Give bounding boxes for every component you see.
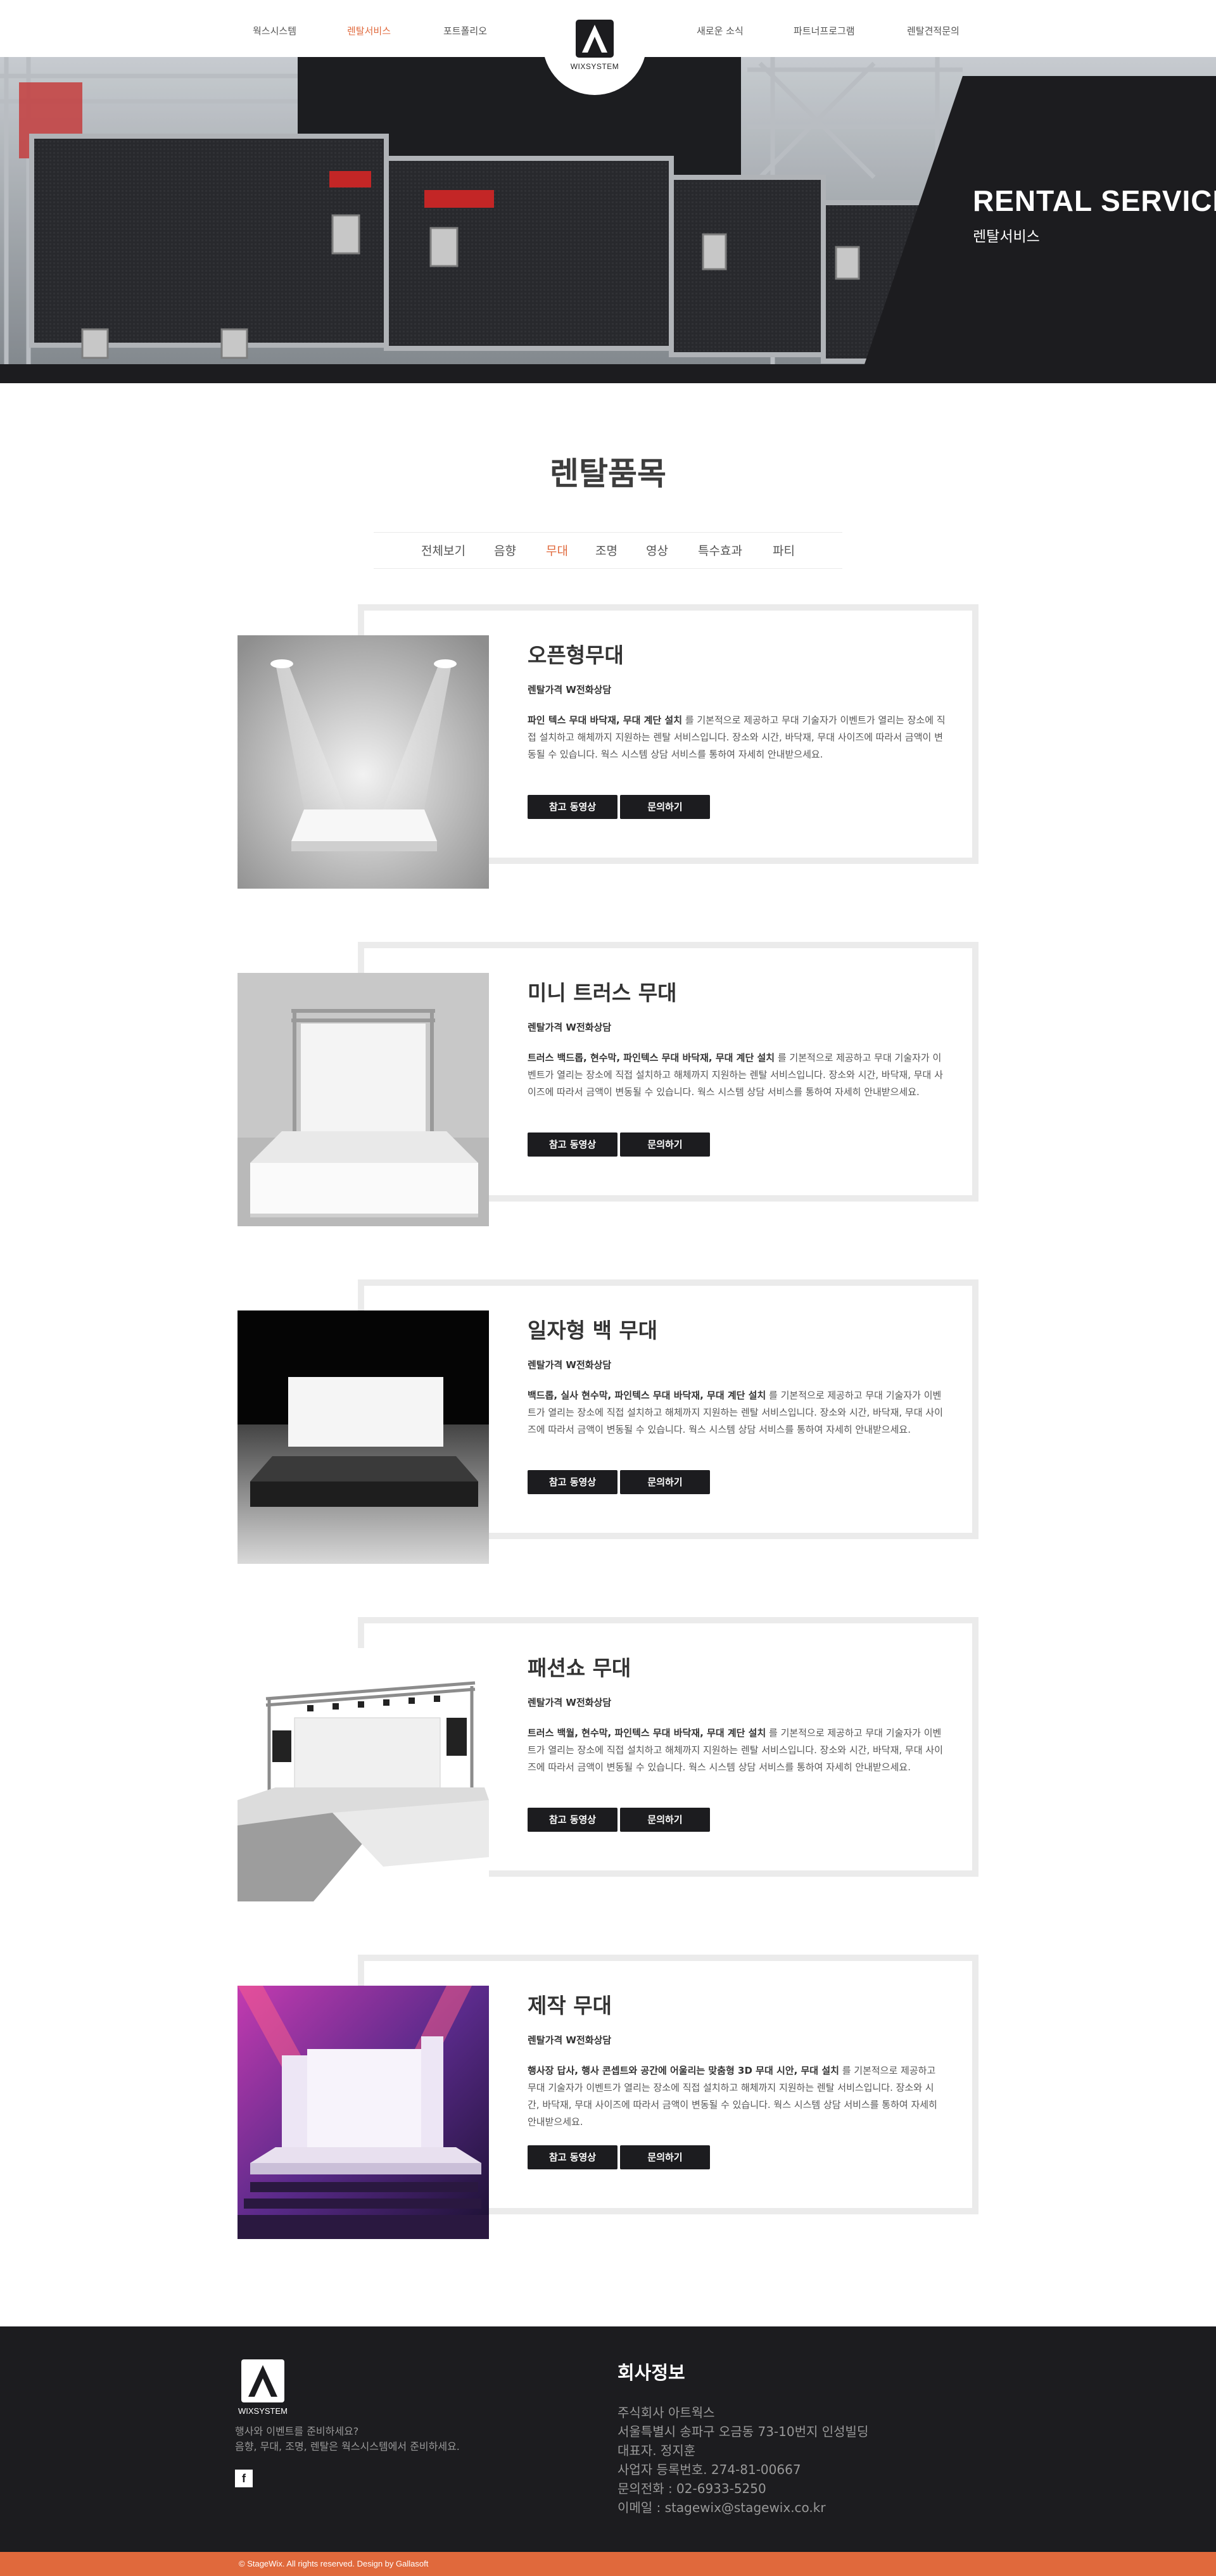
footer-tagline: 음향, 무대, 조명, 렌탈은 웍스시스템에서 준비하세요.: [235, 2440, 460, 2452]
hero-banner: RENTAL SERVICE 렌탈서비스: [0, 57, 1216, 383]
reference-video-button[interactable]: 참고 동영상: [528, 795, 618, 819]
copyright-bar: © StageWix. All rights reserved. Design …: [0, 2552, 1216, 2576]
logo-text: WIXSYSTEM: [570, 62, 619, 71]
company-address: 서울특별시 송파구 오금동 73-10번지 인성빌딩: [618, 2424, 869, 2439]
product-description: 트러스 백월, 현수막, 파인텍스 무대 바닥재, 무대 계단 설치 를 기본적…: [528, 1725, 946, 1776]
product-price: 렌탈가격 W전화상담: [528, 684, 612, 695]
filter-lighting[interactable]: 조명: [595, 542, 618, 559]
reference-video-button[interactable]: 참고 동영상: [528, 2145, 618, 2169]
nav-item-wixsystem[interactable]: 웍스시스템: [253, 24, 296, 37]
product-title: 일자형 백 무대: [528, 1318, 658, 1343]
nav-item-portfolio[interactable]: 포트폴리오: [443, 24, 487, 37]
product-description: 파인 텍스 무대 바닥재, 무대 계단 설치 를 기본적으로 제공하고 무대 기…: [528, 712, 946, 763]
product-description: 행사장 답사, 행사 콘셉트와 공간에 어울리는 맞춤형 3D 무대 시안, 무…: [528, 2062, 946, 2131]
nav-item-rental-quote[interactable]: 렌탈견적문의: [907, 24, 960, 37]
inquiry-button[interactable]: 문의하기: [620, 2145, 710, 2169]
inquiry-button[interactable]: 문의하기: [620, 795, 710, 819]
product-title: 제작 무대: [528, 1993, 612, 2018]
product-title: 패션쇼 무대: [528, 1656, 631, 1680]
footer-tagline-question: 행사와 이벤트를 준비하세요?: [235, 2425, 359, 2437]
filter-sound[interactable]: 음향: [494, 542, 516, 559]
reference-video-button[interactable]: 참고 동영상: [528, 1808, 618, 1832]
footer-logo-text: WIXSYSTEM: [238, 2406, 288, 2416]
section-title: 렌탈품목: [550, 455, 666, 492]
product-title: 미니 트러스 무대: [528, 980, 677, 1005]
product-image-custom-stage: [238, 1986, 489, 2239]
nav-item-news[interactable]: 새로운 소식: [697, 24, 744, 37]
product-price: 렌탈가격 W전화상담: [528, 2034, 612, 2046]
reference-video-button[interactable]: 참고 동영상: [528, 1133, 618, 1157]
filter-special-effects[interactable]: 특수효과: [698, 542, 742, 559]
product-title: 오픈형무대: [528, 643, 624, 668]
footer-logo-icon[interactable]: [241, 2359, 284, 2402]
reference-video-button[interactable]: 참고 동영상: [528, 1470, 618, 1494]
product-description-highlight: 트러스 백드롭, 현수막, 파인텍스 무대 바닥재, 무대 계단 설치: [528, 1052, 775, 1063]
logo-icon[interactable]: [576, 20, 614, 58]
product-description: 백드롭, 실사 현수막, 파인텍스 무대 바닥재, 무대 계단 설치 를 기본적…: [528, 1387, 946, 1438]
company-phone: 문의전화 : 02-6933-5250: [618, 2481, 766, 2496]
product-image-straight-back-stage: [238, 1310, 489, 1564]
footer: WIXSYSTEM 행사와 이벤트를 준비하세요? 음향, 무대, 조명, 렌탈…: [0, 2326, 1216, 2552]
product-description-highlight: 백드롭, 실사 현수막, 파인텍스 무대 바닥재, 무대 계단 설치: [528, 1390, 766, 1401]
hero-subtitle: 렌탈서비스: [973, 229, 1040, 245]
category-filter-bar: 전체보기 음향 무대 조명 영상 특수효과 파티: [374, 532, 842, 569]
company-ceo: 대표자. 정지훈: [618, 2443, 696, 2458]
hero-title: RENTAL SERVICE: [973, 184, 1216, 217]
nav-item-partner-program[interactable]: 파트너프로그램: [794, 24, 855, 37]
product-price: 렌탈가격 W전화상담: [528, 1359, 612, 1371]
filter-video[interactable]: 영상: [646, 542, 668, 559]
inquiry-button[interactable]: 문의하기: [620, 1470, 710, 1494]
product-description-highlight: 트러스 백월, 현수막, 파인텍스 무대 바닥재, 무대 계단 설치: [528, 1727, 766, 1739]
product-description-highlight: 행사장 답사, 행사 콘셉트와 공간에 어울리는 맞춤형 3D 무대 시안, 무…: [528, 2065, 839, 2076]
company-email: 이메일 : stagewix@stagewix.co.kr: [618, 2500, 826, 2515]
product-price: 렌탈가격 W전화상담: [528, 1697, 612, 1708]
inquiry-button[interactable]: 문의하기: [620, 1808, 710, 1832]
company-info-heading: 회사정보: [618, 2362, 685, 2383]
product-image-mini-truss-stage: [238, 973, 489, 1226]
filter-all[interactable]: 전체보기: [421, 542, 466, 559]
company-name: 주식회사 아트웍스: [618, 2405, 715, 2420]
filter-stage[interactable]: 무대: [546, 542, 568, 559]
nav-item-rental-service[interactable]: 렌탈서비스: [347, 24, 391, 37]
product-description: 트러스 백드롭, 현수막, 파인텍스 무대 바닥재, 무대 계단 설치 를 기본…: [528, 1050, 946, 1101]
facebook-icon[interactable]: f: [235, 2470, 253, 2487]
inquiry-button[interactable]: 문의하기: [620, 1133, 710, 1157]
product-description-highlight: 파인 텍스 무대 바닥재, 무대 계단 설치: [528, 714, 683, 726]
copyright-text: © StageWix. All rights reserved. Design …: [239, 2559, 429, 2568]
product-image-open-stage: [238, 635, 489, 889]
company-business-number: 사업자 등록번호. 274-81-00667: [618, 2462, 801, 2477]
filter-party[interactable]: 파티: [773, 542, 795, 559]
product-image-fashion-show-stage: [238, 1648, 489, 1901]
product-price: 렌탈가격 W전화상담: [528, 1022, 612, 1033]
